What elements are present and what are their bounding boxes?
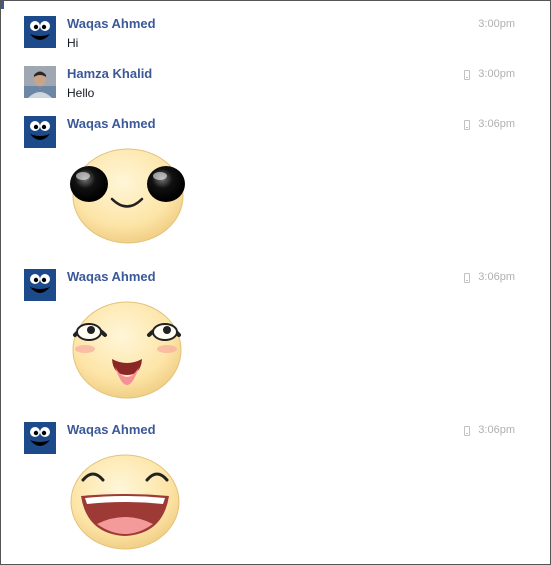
chat-message: Waqas Ahmed 3:06pm xyxy=(1,116,550,256)
message-text: Hello xyxy=(67,86,95,100)
mobile-phone-icon xyxy=(464,119,471,130)
sender-name[interactable]: Hamza Khalid xyxy=(67,66,152,82)
chat-window: Waqas Ahmed 3:00pm Hi Hamza Khalid 3:00p… xyxy=(0,0,551,565)
timestamp-text: 3:06pm xyxy=(478,118,515,130)
cookie-monster-avatar[interactable] xyxy=(24,422,56,454)
mobile-phone-icon xyxy=(464,272,471,283)
cookie-monster-avatar[interactable] xyxy=(24,269,56,301)
person-photo-avatar[interactable] xyxy=(24,66,56,98)
message-timestamp: 3:00pm xyxy=(464,68,515,81)
timestamp-text: 3:00pm xyxy=(478,18,515,30)
tongue-out-smiley-sticker[interactable] xyxy=(67,297,187,406)
message-text: Hi xyxy=(67,36,79,50)
sender-name[interactable]: Waqas Ahmed xyxy=(67,116,156,132)
mobile-phone-icon xyxy=(464,425,471,436)
timestamp-text: 3:00pm xyxy=(478,68,515,80)
message-timestamp: 3:00pm xyxy=(478,18,515,31)
chat-message: Waqas Ahmed 3:00pm Hi xyxy=(1,16,550,56)
message-timestamp: 3:06pm xyxy=(464,118,515,131)
chat-message: Waqas Ahmed 3:06pm xyxy=(1,422,550,562)
sender-name[interactable]: Waqas Ahmed xyxy=(67,269,156,285)
cookie-monster-avatar[interactable] xyxy=(24,116,56,148)
timestamp-text: 3:06pm xyxy=(478,271,515,283)
mobile-phone-icon xyxy=(464,69,471,80)
sender-name[interactable]: Waqas Ahmed xyxy=(67,422,156,438)
message-timestamp: 3:06pm xyxy=(464,424,515,437)
cookie-monster-avatar[interactable] xyxy=(24,16,56,48)
laughing-smiley-sticker[interactable] xyxy=(67,452,183,557)
chat-message: Hamza Khalid 3:00pm Hello xyxy=(1,66,550,106)
chat-message: Waqas Ahmed 3:06pm xyxy=(1,269,550,409)
message-timestamp: 3:06pm xyxy=(464,271,515,284)
sunglasses-smiley-sticker[interactable] xyxy=(67,144,187,251)
sender-name[interactable]: Waqas Ahmed xyxy=(67,16,156,32)
window-edge-marker xyxy=(1,1,4,9)
timestamp-text: 3:06pm xyxy=(478,424,515,436)
